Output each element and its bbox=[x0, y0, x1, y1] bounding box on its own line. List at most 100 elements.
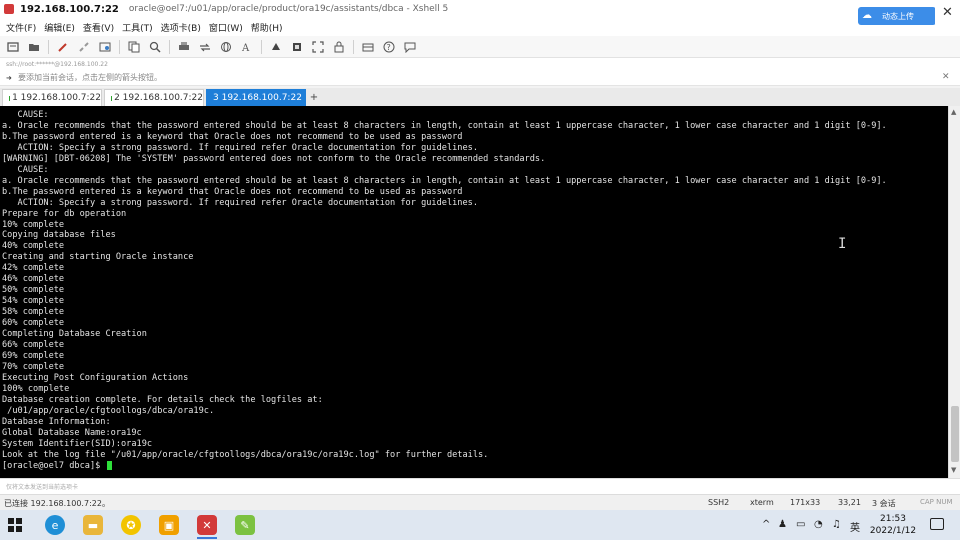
upload-button[interactable]: ☁ 动态上传 bbox=[858, 7, 936, 25]
tray-chevron-icon[interactable]: ^ bbox=[762, 519, 770, 530]
terminal-prompt-line: [oracle@oel7 dbca]$ bbox=[2, 461, 948, 472]
find-icon[interactable] bbox=[148, 40, 162, 54]
status-sessions: 3 会话 bbox=[872, 499, 896, 508]
script-icon[interactable] bbox=[290, 40, 304, 54]
status-bar: 已连接 192.168.100.7:22。 SSH2 xterm 171x33 … bbox=[0, 494, 960, 510]
active-app-indicator bbox=[197, 537, 217, 539]
terminal-line: 46% complete bbox=[2, 274, 65, 285]
tab-session-2[interactable]: 2 192.168.100.7:22 bbox=[104, 89, 204, 106]
fullscreen-icon[interactable] bbox=[311, 40, 325, 54]
status-size: 171x33 bbox=[790, 498, 821, 507]
terminal-output[interactable]: CAUSE: a. Oracle recommends that the pass… bbox=[0, 106, 948, 478]
menu-window[interactable]: 窗口(W) bbox=[209, 21, 243, 34]
terminal-line: Executing Post Configuration Actions bbox=[2, 372, 189, 383]
chat-icon[interactable] bbox=[403, 40, 417, 54]
status-position: 33,21 bbox=[838, 498, 861, 507]
compose-bar[interactable]: 仅将文本发送到当前选项卡 bbox=[0, 478, 960, 494]
terminal-line: a. Oracle recommends that the password e… bbox=[2, 175, 887, 186]
compose-icon[interactable] bbox=[361, 40, 375, 54]
menu-edit[interactable]: 编辑(E) bbox=[44, 21, 75, 34]
app-icon-yellow[interactable]: ✪ bbox=[121, 515, 141, 535]
add-tab-button[interactable]: + bbox=[308, 91, 320, 103]
terminal-line: 10% complete bbox=[2, 219, 65, 230]
terminal-line: Global Database Name:ora19c bbox=[2, 427, 142, 438]
app-icon-orange[interactable]: ▣ bbox=[159, 515, 179, 535]
address-bar[interactable]: ssh://root:******@192.168.100.22 bbox=[0, 58, 960, 70]
terminal-line: Prepare for db operation bbox=[2, 208, 127, 219]
address-text: ssh://root:******@192.168.100.22 bbox=[6, 60, 108, 68]
menu-tabs[interactable]: 选项卡(B) bbox=[161, 21, 201, 34]
xshell-app-icon bbox=[4, 4, 14, 14]
menu-tools[interactable]: 工具(T) bbox=[122, 21, 153, 34]
notification-center-icon[interactable] bbox=[930, 518, 944, 530]
tray-battery-icon[interactable]: ▭ bbox=[796, 519, 805, 530]
status-protocol: SSH2 bbox=[708, 498, 730, 507]
scroll-up-icon[interactable]: ▲ bbox=[951, 108, 956, 116]
window-close-button[interactable]: ✕ bbox=[935, 0, 960, 24]
terminal-cursor bbox=[107, 461, 113, 471]
clock-time: 21:53 bbox=[880, 514, 906, 524]
hint-close-icon[interactable]: ✕ bbox=[942, 72, 950, 82]
scrollbar-thumb[interactable] bbox=[951, 406, 959, 462]
menu-file[interactable]: 文件(F) bbox=[6, 21, 36, 34]
help-icon[interactable]: ? bbox=[382, 40, 396, 54]
shell-prompt: [oracle@oel7 dbca]$ bbox=[2, 460, 106, 471]
toolbar-separator bbox=[119, 39, 120, 54]
tray-network-icon[interactable]: ◔ bbox=[814, 519, 823, 530]
tab-label: 1 192.168.100.7:22 bbox=[12, 93, 101, 103]
terminal-line: Creating and starting Oracle instance bbox=[2, 252, 194, 263]
globe-icon[interactable] bbox=[219, 40, 233, 54]
tab-session-3[interactable]: 3 192.168.100.7:22 bbox=[206, 89, 306, 106]
taskbar-clock[interactable]: 21:53 2022/1/12 bbox=[866, 513, 920, 537]
edge-icon[interactable]: e bbox=[45, 515, 65, 535]
terminal-line: Database creation complete. For details … bbox=[2, 394, 323, 405]
menu-view[interactable]: 查看(V) bbox=[83, 21, 114, 34]
svg-text:?: ? bbox=[387, 43, 391, 52]
keyboard-icon[interactable] bbox=[269, 40, 283, 54]
terminal-scrollbar[interactable]: ▲ ▼ bbox=[948, 106, 960, 478]
properties-icon[interactable] bbox=[98, 40, 112, 54]
compose-placeholder: 仅将文本发送到当前选项卡 bbox=[6, 484, 79, 491]
terminal-line: [WARNING] [DBT-06208] The 'SYSTEM' passw… bbox=[2, 153, 546, 164]
terminal-line: 66% complete bbox=[2, 340, 65, 351]
terminal-line: Copying database files bbox=[2, 230, 116, 241]
terminal-line: b.The password entered is a keyword that… bbox=[2, 131, 463, 142]
menu-help[interactable]: 帮助(H) bbox=[251, 21, 283, 34]
terminal-line: 100% complete bbox=[2, 383, 70, 394]
terminal-line: 54% complete bbox=[2, 296, 65, 307]
app-icon-green[interactable]: ✎ bbox=[235, 515, 255, 535]
status-terminal-type: xterm bbox=[750, 498, 774, 507]
scroll-down-icon[interactable]: ▼ bbox=[951, 466, 956, 474]
svg-text:A: A bbox=[241, 43, 250, 53]
tray-ime-indicator[interactable]: 英 bbox=[850, 519, 860, 534]
file-explorer-icon[interactable]: ▬ bbox=[83, 515, 103, 535]
cloud-icon: ☁ bbox=[862, 10, 872, 21]
font-icon[interactable]: A bbox=[240, 40, 254, 54]
hint-arrow-icon[interactable]: ➜ bbox=[6, 74, 14, 82]
tray-person-icon[interactable]: ♟ bbox=[778, 519, 787, 530]
tab-label: 3 192.168.100.7:22 bbox=[213, 93, 302, 103]
terminal-line: 70% complete bbox=[2, 361, 65, 372]
session-hint-bar: ➜ 要添加当前会话，点击左侧的箭头按钮。 bbox=[0, 70, 960, 86]
print-icon[interactable] bbox=[177, 40, 191, 54]
connect-icon[interactable] bbox=[56, 40, 70, 54]
tab-session-1[interactable]: 1 192.168.100.7:22 bbox=[2, 89, 102, 106]
mouse-ibeam-cursor: I bbox=[838, 236, 847, 252]
disconnect-icon[interactable] bbox=[77, 40, 91, 54]
terminal-line: CAUSE: bbox=[2, 164, 49, 175]
terminal-line: 58% complete bbox=[2, 307, 65, 318]
tray-volume-icon[interactable]: ♫ bbox=[832, 519, 841, 530]
xshell-icon[interactable]: ✕ bbox=[197, 515, 217, 535]
tab-label: 2 192.168.100.7:22 bbox=[114, 93, 203, 103]
terminal-line: /u01/app/oracle/cfgtoollogs/dbca/ora19c. bbox=[2, 405, 215, 416]
toolbar: A ? bbox=[0, 36, 960, 58]
transfer-icon[interactable] bbox=[198, 40, 212, 54]
new-session-icon[interactable] bbox=[6, 40, 20, 54]
terminal-line: System Identifier(SID):ora19c bbox=[2, 438, 153, 449]
windows-start-icon[interactable] bbox=[8, 518, 22, 532]
copy-icon[interactable] bbox=[127, 40, 141, 54]
toolbar-separator bbox=[48, 39, 49, 54]
lock-icon[interactable] bbox=[332, 40, 346, 54]
open-folder-icon[interactable] bbox=[27, 40, 41, 54]
terminal-line: 50% complete bbox=[2, 285, 65, 296]
